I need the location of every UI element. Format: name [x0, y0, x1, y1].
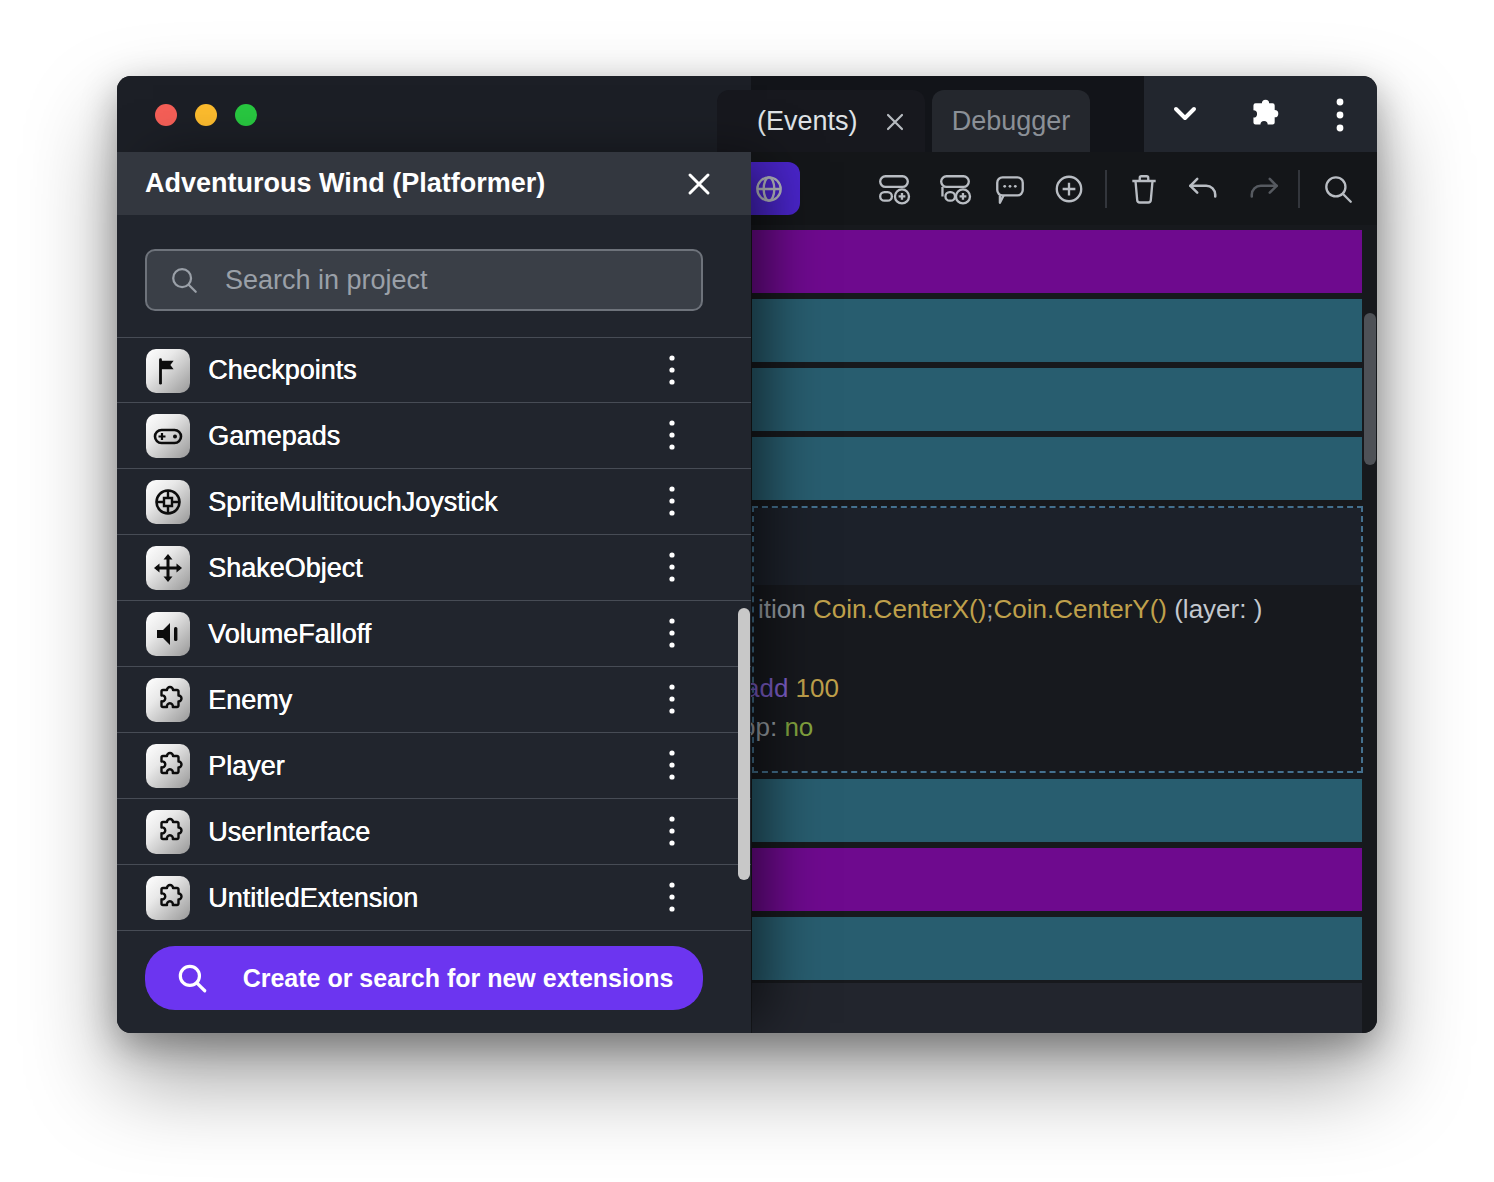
selected-event-condition-area	[754, 508, 1361, 585]
traffic-minimize-button[interactable]	[195, 104, 217, 126]
window-controls-panel	[1144, 76, 1377, 152]
create-extension-button[interactable]: Create or search for new extensions	[145, 946, 703, 1010]
toolbar-search-icon[interactable]	[1321, 172, 1355, 206]
search-input[interactable]: Search in project	[145, 249, 703, 311]
list-item[interactable]: Player	[117, 733, 751, 799]
item-label: Checkpoints	[208, 355, 357, 386]
code-value: 100	[796, 673, 839, 703]
item-menu-kebab[interactable]	[651, 415, 693, 457]
modal-title: Adventurous Wind (Platformer)	[145, 168, 545, 199]
event-row[interactable]	[752, 437, 1362, 500]
undo-icon[interactable]	[1184, 172, 1220, 206]
item-label: UntitledExtension	[208, 882, 418, 913]
trash-icon[interactable]	[1127, 172, 1161, 206]
event-action-line: ition Coin.CenterX();Coin.CenterY() (lay…	[758, 594, 1262, 625]
puzzle-icon	[146, 744, 190, 788]
tab-debugger[interactable]: Debugger	[932, 90, 1090, 152]
chevron-down-icon[interactable]	[1170, 102, 1200, 126]
item-menu-kebab[interactable]	[651, 877, 693, 919]
cta-search-icon	[175, 961, 209, 995]
event-row[interactable]	[752, 368, 1362, 431]
search-icon	[169, 265, 199, 295]
titlebar	[117, 76, 751, 152]
events-sheet: ition Coin.CenterX();Coin.CenterY() (lay…	[751, 225, 1377, 1033]
code-expression: Coin.CenterY()	[994, 594, 1167, 624]
traffic-zoom-button[interactable]	[235, 104, 257, 126]
item-label: Gamepads	[208, 420, 340, 451]
app-window: (Events) Debugger	[117, 76, 1377, 1033]
joystick-icon	[146, 480, 190, 524]
puzzle-icon	[146, 678, 190, 722]
code-verb: add	[745, 673, 796, 703]
add-subevent-icon[interactable]	[938, 172, 972, 206]
list-item[interactable]: UserInterface	[117, 799, 751, 865]
add-comment-icon[interactable]	[993, 172, 1027, 206]
search-placeholder: Search in project	[225, 265, 428, 296]
item-label: Enemy	[208, 684, 292, 715]
item-menu-kebab[interactable]	[651, 613, 693, 655]
event-row[interactable]	[752, 917, 1362, 980]
list-item[interactable]: UntitledExtension	[117, 865, 751, 931]
event-row[interactable]	[752, 848, 1362, 911]
item-menu-kebab[interactable]	[651, 350, 693, 392]
add-circle-icon[interactable]	[1052, 172, 1086, 206]
tab-close-icon[interactable]	[885, 112, 905, 132]
item-menu-kebab[interactable]	[651, 547, 693, 589]
list-item[interactable]: Checkpoints	[117, 337, 751, 403]
extensions-list: Checkpoints Gamepads SpriteMultitouchJoy	[117, 337, 751, 931]
item-label: UserInterface	[208, 816, 370, 847]
move-arrows-icon	[146, 546, 190, 590]
project-manager-panel: Adventurous Wind (Platformer) Search in …	[117, 152, 751, 1033]
tab-events-label: (Events)	[757, 106, 858, 137]
modal-close-icon[interactable]	[683, 168, 715, 200]
gamepad-icon	[146, 414, 190, 458]
puzzle-icon	[146, 876, 190, 920]
code-separator: ;	[986, 594, 993, 624]
toolbar-divider	[1105, 170, 1107, 208]
code-layer: (layer: )	[1167, 594, 1262, 624]
event-row[interactable]	[752, 299, 1362, 362]
list-item[interactable]: ShakeObject	[117, 535, 751, 601]
traffic-close-button[interactable]	[155, 104, 177, 126]
events-toolbar	[751, 152, 1377, 225]
puzzle-icon	[146, 810, 190, 854]
modal-header: Adventurous Wind (Platformer)	[117, 152, 751, 215]
item-label: SpriteMultitouchJoystick	[208, 486, 498, 517]
events-scrollbar[interactable]	[1364, 313, 1376, 465]
add-event-icon[interactable]	[877, 172, 911, 206]
event-row[interactable]	[752, 230, 1362, 293]
item-menu-kebab[interactable]	[651, 745, 693, 787]
event-row[interactable]	[752, 779, 1362, 842]
modal-scrollbar[interactable]	[738, 608, 750, 880]
item-menu-kebab[interactable]	[651, 679, 693, 721]
list-item[interactable]: SpriteMultitouchJoystick	[117, 469, 751, 535]
event-action-line: add 100	[745, 673, 839, 704]
item-label: VolumeFalloff	[208, 618, 371, 649]
event-action-line: op: no	[741, 712, 813, 743]
event-row[interactable]	[752, 983, 1362, 1033]
list-item[interactable]: Gamepads	[117, 403, 751, 469]
list-item[interactable]: Enemy	[117, 667, 751, 733]
item-label: Player	[208, 750, 285, 781]
speaker-icon	[146, 612, 190, 656]
code-flag: no	[784, 712, 813, 742]
code-expression: Coin.CenterX()	[813, 594, 986, 624]
redo-icon[interactable]	[1247, 172, 1283, 206]
list-item[interactable]: VolumeFalloff	[117, 601, 751, 667]
toolbar-divider	[1298, 170, 1300, 208]
kebab-menu-icon[interactable]	[1334, 96, 1346, 134]
code-fragment: ition	[758, 594, 813, 624]
selected-event-block[interactable]: ition Coin.CenterX();Coin.CenterY() (lay…	[752, 506, 1363, 773]
item-menu-kebab[interactable]	[651, 481, 693, 523]
extensions-puzzle-icon[interactable]	[1246, 98, 1280, 132]
cta-label: Create or search for new extensions	[243, 964, 674, 993]
tab-debugger-label: Debugger	[952, 106, 1071, 137]
scene-globe-icon	[752, 172, 786, 206]
tab-events[interactable]: (Events)	[717, 90, 925, 152]
item-label: ShakeObject	[208, 552, 363, 583]
flag-icon	[146, 349, 190, 393]
item-menu-kebab[interactable]	[651, 811, 693, 853]
